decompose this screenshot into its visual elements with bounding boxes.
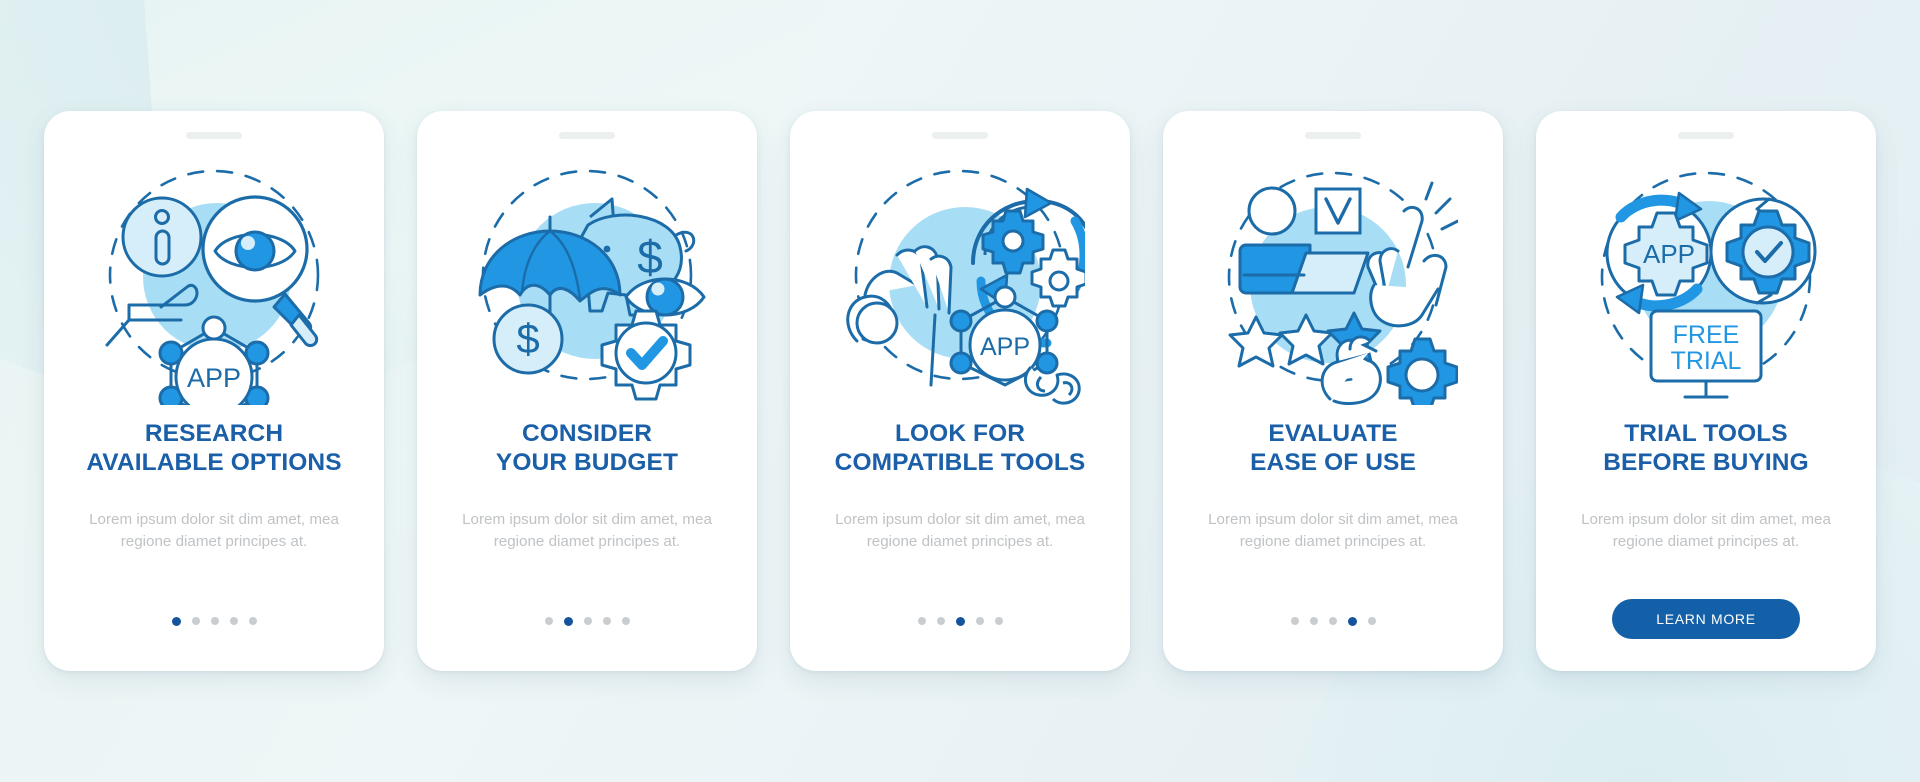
pagination-dot[interactable] [248, 617, 257, 625]
illustration-app-label: APP [187, 363, 241, 393]
pagination-dot[interactable] [994, 617, 1003, 625]
page-description: Lorem ipsum dolor sit dim amet, mea regi… [1208, 511, 1458, 551]
pagination-dot[interactable] [1367, 617, 1376, 625]
pagination-dot[interactable] [171, 616, 181, 626]
pagination-dots[interactable] [171, 616, 257, 626]
onboarding-screen-research-available-options[interactable]: APP RESEARCH AVAILABLE OPTIONS Lorem ips… [44, 111, 384, 671]
page-title-line2: BEFORE BUYING [1603, 449, 1809, 477]
pagination-dots[interactable] [1290, 616, 1376, 626]
onboarding-screen-rail: APP RESEARCH AVAILABLE OPTIONS Lorem ips… [0, 0, 1920, 782]
pagination-dot[interactable] [544, 617, 553, 625]
page-title-line2: EASE OF USE [1250, 449, 1416, 477]
page-title-line1: LOOK FOR [894, 420, 1026, 447]
pagination-dot[interactable] [1328, 617, 1337, 625]
onboarding-screen-look-for-compatible-tools[interactable]: APP LOOK FOR COMPATIBLE TOOLS Lorem ipsu… [790, 111, 1130, 671]
illustration-app-label: APP [980, 333, 1030, 361]
illustration-dollar-label: $ [516, 315, 539, 362]
learn-more-button[interactable]: LEARN MORE [1612, 599, 1800, 639]
pagination-dot[interactable] [583, 617, 592, 625]
illustration-trial-label: TRIAL [1671, 347, 1742, 375]
svg-text:$: $ [637, 231, 663, 283]
page-title: CONSIDER YOUR BUDGET [457, 419, 717, 477]
phone-speaker-notch [932, 132, 988, 139]
page-title-line2: AVAILABLE OPTIONS [86, 449, 342, 477]
pagination-dot[interactable] [955, 616, 965, 626]
page-title-line1: TRIAL TOOLS [1624, 420, 1788, 447]
page-title-line1: RESEARCH [144, 420, 284, 447]
trial-tools-before-buying-illustration: APP FREE TRIAL [1581, 155, 1831, 405]
onboarding-screen-consider-your-budget[interactable]: $ $ CONSIDER YOUR BUDGET Lorem ipsum dol… [417, 111, 757, 671]
onboarding-screen-evaluate-ease-of-use[interactable]: EVALUATE EASE OF USE Lorem ipsum dolor s… [1163, 111, 1503, 671]
look-for-compatible-tools-illustration: APP [835, 155, 1085, 405]
page-title-line1: CONSIDER [521, 420, 653, 447]
pagination-dot[interactable] [917, 617, 926, 625]
pagination-dot[interactable] [191, 617, 200, 625]
pagination-dot[interactable] [1309, 617, 1318, 625]
evaluate-ease-of-use-illustration [1208, 155, 1458, 405]
page-title-line2: COMPATIBLE TOOLS [834, 449, 1086, 477]
page-title-line1: EVALUATE [1268, 420, 1398, 447]
consider-your-budget-illustration: $ $ [462, 155, 712, 405]
pagination-dot[interactable] [936, 617, 945, 625]
pagination-dots[interactable] [544, 616, 630, 626]
phone-speaker-notch [1678, 132, 1734, 139]
pagination-dot[interactable] [975, 617, 984, 625]
page-title: TRIAL TOOLS BEFORE BUYING [1576, 419, 1836, 477]
page-title: RESEARCH AVAILABLE OPTIONS [84, 419, 344, 477]
page-title: EVALUATE EASE OF USE [1203, 419, 1463, 477]
page-description: Lorem ipsum dolor sit dim amet, mea regi… [89, 511, 339, 551]
pagination-dots[interactable] [917, 616, 1003, 626]
page-description: Lorem ipsum dolor sit dim amet, mea regi… [462, 511, 712, 551]
pagination-dot[interactable] [210, 617, 219, 625]
pagination-dot[interactable] [1347, 616, 1357, 626]
page-title: LOOK FOR COMPATIBLE TOOLS [830, 419, 1090, 477]
illustration-app-label: APP [1643, 239, 1695, 269]
page-description: Lorem ipsum dolor sit dim amet, mea regi… [1581, 511, 1831, 551]
illustration-free-label: FREE [1673, 321, 1740, 349]
page-title-line2: YOUR BUDGET [495, 449, 679, 477]
research-available-options-illustration: APP [89, 155, 339, 405]
pagination-dot[interactable] [621, 617, 630, 625]
onboarding-screen-trial-tools-before-buying[interactable]: APP FREE TRIAL TRIAL TOOLS BEFORE BUYING… [1536, 111, 1876, 671]
pagination-dot[interactable] [602, 617, 611, 625]
pagination-dot[interactable] [1290, 617, 1299, 625]
pagination-dot[interactable] [563, 616, 573, 626]
phone-speaker-notch [559, 132, 615, 139]
pagination-dot[interactable] [229, 617, 238, 625]
phone-speaker-notch [186, 132, 242, 139]
page-description: Lorem ipsum dolor sit dim amet, mea regi… [835, 511, 1085, 551]
phone-speaker-notch [1305, 132, 1361, 139]
